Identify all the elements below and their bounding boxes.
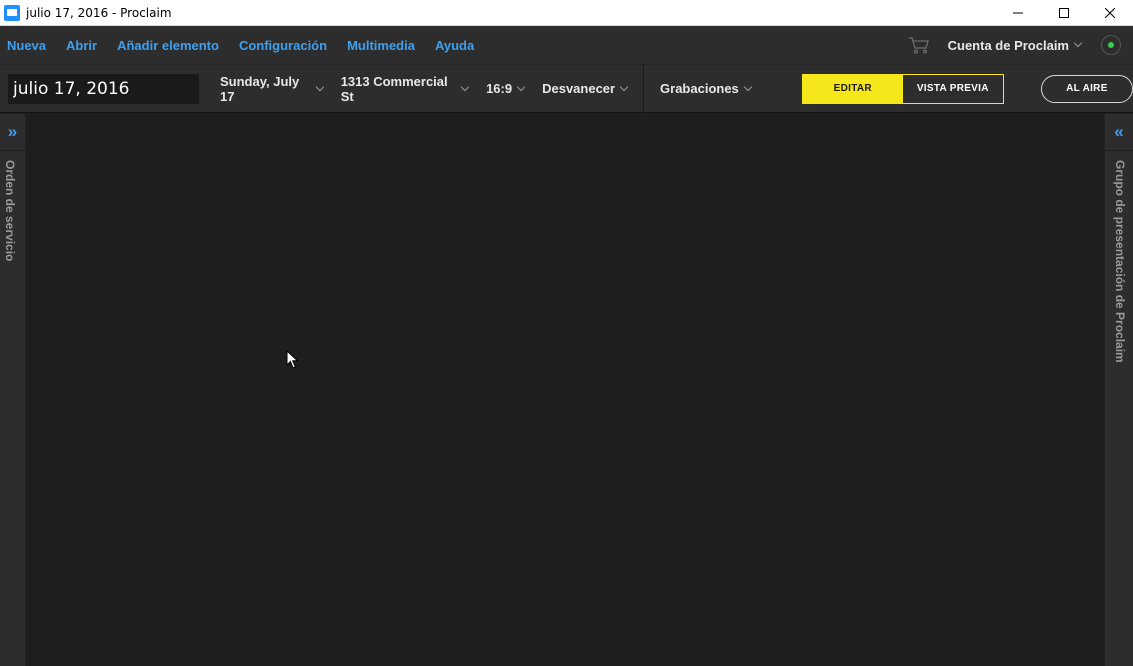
menu-right-group: Cuenta de Proclaim — [908, 26, 1133, 64]
expand-right-panel-button[interactable]: « — [1105, 114, 1133, 151]
maximize-icon — [1059, 7, 1069, 18]
presentation-group-label[interactable]: Grupo de presentación de Proclaim — [1113, 160, 1127, 363]
expand-left-panel-button[interactable]: » — [0, 114, 25, 151]
day-label: Sunday, July 17 — [220, 73, 300, 104]
proclaim-app-icon — [4, 4, 20, 21]
service-title-input[interactable] — [8, 73, 199, 104]
account-menu[interactable]: Cuenta de Proclaim — [947, 37, 1083, 53]
window-controls — [995, 0, 1133, 26]
menu-item-abrir[interactable]: Abrir — [66, 38, 97, 53]
location-dropdown[interactable]: 1313 Commercial St — [340, 73, 470, 104]
close-button[interactable] — [1087, 0, 1133, 26]
day-dropdown[interactable]: Sunday, July 17 — [220, 73, 324, 104]
cart-icon[interactable] — [908, 36, 930, 54]
menu-bar: Nueva Abrir Añadir elemento Configuració… — [0, 26, 1133, 64]
chevron-down-icon — [516, 82, 526, 91]
chevron-down-icon — [461, 82, 470, 91]
location-label: 1313 Commercial St — [340, 73, 448, 104]
chevron-down-icon — [1073, 38, 1083, 48]
recordings-label: Grabaciones — [660, 81, 739, 96]
menu-item-ayuda[interactable]: Ayuda — [435, 38, 474, 53]
minimize-button[interactable] — [995, 0, 1041, 26]
account-label: Cuenta de Proclaim — [947, 37, 1069, 53]
menu-item-nueva[interactable]: Nueva — [7, 38, 46, 53]
transition-label: Desvanecer — [542, 81, 616, 96]
window-titlebar: julio 17, 2016 - Proclaim — [0, 0, 1133, 26]
mouse-cursor-icon — [286, 350, 299, 369]
main-content-area — [27, 114, 1104, 666]
service-order-label[interactable]: Orden de servicio — [3, 160, 17, 261]
menu-item-configuracion[interactable]: Configuración — [239, 38, 327, 53]
menu-item-anadir-elemento[interactable]: Añadir elemento — [117, 38, 219, 53]
recordings-dropdown[interactable]: Grabaciones — [660, 81, 753, 96]
status-indicator — [1108, 42, 1114, 48]
edit-mode-button[interactable]: EDITAR — [802, 74, 903, 103]
service-order-panel: » Orden de servicio — [0, 114, 26, 666]
chevron-down-icon — [619, 82, 629, 91]
transition-dropdown[interactable]: Desvanecer — [542, 81, 629, 96]
window-title: julio 17, 2016 - Proclaim — [26, 5, 172, 20]
minimize-icon — [1013, 12, 1023, 13]
preview-mode-button[interactable]: VISTA PREVIA — [902, 74, 1003, 103]
maximize-button[interactable] — [1041, 0, 1087, 26]
chevron-down-icon — [743, 82, 753, 91]
presentation-group-panel: « Grupo de presentación de Proclaim — [1104, 114, 1133, 666]
aspect-ratio-label: 16:9 — [486, 81, 513, 96]
close-icon — [1105, 7, 1115, 18]
service-toolbar: Sunday, July 17 1313 Commercial St 16:9 … — [0, 64, 1133, 113]
chevron-down-icon — [315, 82, 324, 91]
on-air-button[interactable]: AL AIRE — [1040, 74, 1133, 103]
connection-status-icon[interactable] — [1101, 35, 1121, 55]
mode-toggle: EDITAR VISTA PREVIA — [801, 73, 1004, 104]
aspect-ratio-dropdown[interactable]: 16:9 — [486, 81, 526, 96]
toolbar-divider — [643, 64, 645, 113]
menu-item-multimedia[interactable]: Multimedia — [347, 38, 415, 53]
